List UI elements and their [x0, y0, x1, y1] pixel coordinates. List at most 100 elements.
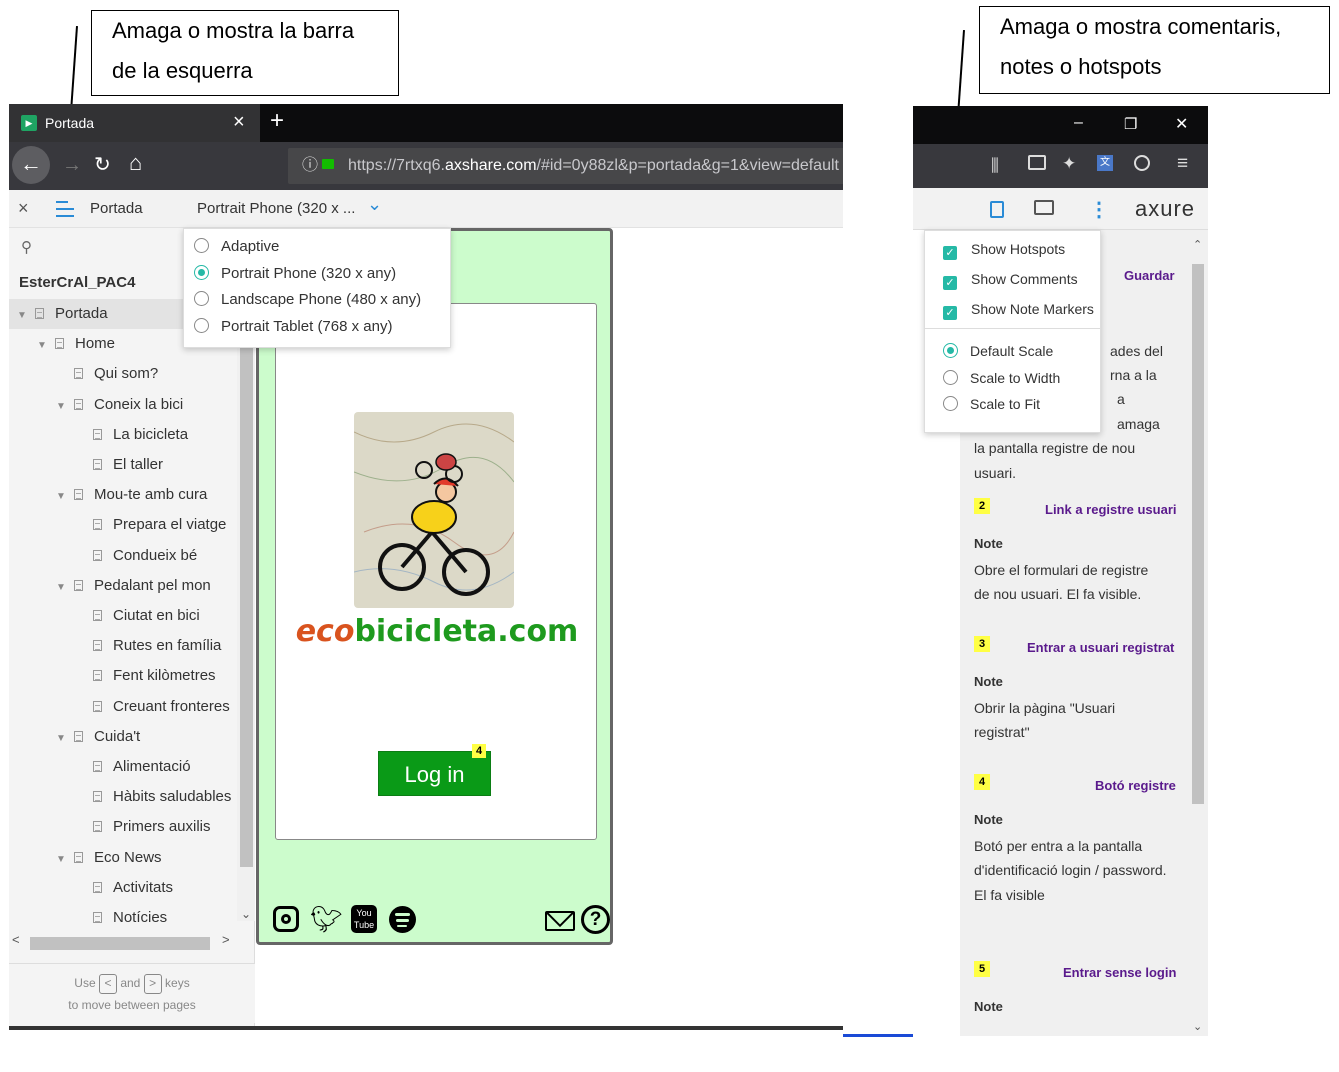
view-option-adaptive[interactable]: Adaptive	[194, 234, 279, 260]
sidebar-item-fent-kil-metres[interactable]: Fent kilòmetres	[93, 661, 216, 691]
scale-width-option[interactable]: Scale to Width	[943, 370, 1060, 386]
sidebar-item-pedalant-pel-mon[interactable]: ▼ Pedalant pel mon	[56, 571, 211, 601]
twitter-icon[interactable]: 🐦︎	[310, 902, 343, 936]
youtube-icon[interactable]: You Tube	[351, 905, 377, 933]
scroll-left-icon[interactable]: <	[12, 932, 20, 947]
sidebar-item-activitats[interactable]: Activitats	[93, 873, 173, 903]
show-note-markers-toggle[interactable]: ✓ Show Note Markers	[943, 301, 1094, 320]
restore-button[interactable]: ❐	[1124, 115, 1137, 133]
scroll-down-icon[interactable]: ⌄	[1193, 1020, 1202, 1033]
show-hotspots-toggle[interactable]: ✓ Show Hotspots	[943, 241, 1065, 260]
page-icon	[74, 489, 83, 501]
menu-icon[interactable]: ≡	[1177, 153, 1188, 175]
forward-button[interactable]: →	[62, 154, 82, 177]
sidebar-toggle-icon[interactable]	[56, 201, 74, 217]
sidebar-item-ciutat-en-bici[interactable]: Ciutat en bici	[93, 601, 200, 631]
radio-icon	[943, 396, 958, 411]
tab-portada[interactable]: ▶ Portada ×	[9, 104, 260, 142]
account-icon[interactable]	[1134, 155, 1150, 171]
note2-text: de nou usuari. El fa visible.	[974, 586, 1142, 602]
notes-icon[interactable]	[990, 201, 1004, 218]
sidebar-item-label: Qui som?	[94, 365, 159, 383]
note5-heading[interactable]: Entrar sense login	[1063, 965, 1176, 980]
sidebar-item-eco-news[interactable]: ▼ Eco News	[56, 843, 162, 873]
sidebar-item-home[interactable]: ▼ Home	[37, 329, 115, 359]
sidebar-item-qui-som[interactable]: Qui som?	[74, 359, 158, 389]
sidebar-icon[interactable]	[1028, 155, 1046, 170]
sidebar-item-creuant-fronteres[interactable]: Creuant fronteres	[93, 692, 230, 722]
translate-icon[interactable]: 文	[1097, 155, 1113, 171]
sidebar-item-alimentaci[interactable]: Alimentació	[93, 752, 191, 782]
scroll-right-icon[interactable]: >	[222, 932, 230, 947]
chevron-down-icon[interactable]: ⌄	[367, 194, 382, 215]
scroll-down-icon[interactable]: ⌄	[241, 907, 251, 921]
view-option-portrait-phone[interactable]: Portrait Phone (320 x any)	[194, 261, 396, 287]
lock-icon	[322, 159, 334, 169]
back-button[interactable]: ←	[12, 146, 50, 184]
show-comments-toggle[interactable]: ✓ Show Comments	[943, 271, 1078, 290]
sidebar-item-la-bicicleta[interactable]: La bicicleta	[93, 420, 188, 450]
page-icon	[74, 730, 83, 742]
view-option-portrait-tablet[interactable]: Portrait Tablet (768 x any)	[194, 314, 392, 340]
view-option-landscape-phone[interactable]: Landscape Phone (480 x any)	[194, 287, 421, 313]
sidebar-scroll-thumb[interactable]	[240, 299, 253, 867]
scroll-up-icon[interactable]: ⌃	[1193, 238, 1202, 251]
note4-heading[interactable]: Botó registre	[1095, 778, 1176, 793]
radio-icon	[194, 291, 209, 306]
expand-arrow-icon[interactable]: ▼	[56, 724, 74, 754]
close-sidebar-icon[interactable]: ×	[18, 198, 29, 219]
sidebar-item-coneix-la-bici[interactable]: ▼ Coneix la bici	[56, 390, 183, 420]
sidebar-item-mou-te-amb-cura[interactable]: ▼ Mou-te amb cura	[56, 480, 207, 510]
right-callout: Amaga o mostra comentaris, notes o hotsp…	[979, 6, 1330, 94]
scale-fit-option[interactable]: Scale to Fit	[943, 396, 1040, 412]
sidebar-item-h-bits-saludables[interactable]: Hàbits saludables	[93, 782, 231, 812]
reload-icon[interactable]: ↻	[94, 152, 111, 177]
note3-text: registrat"	[974, 724, 1030, 740]
view-select[interactable]: Portrait Phone (320 x ...	[197, 200, 355, 217]
help-icon[interactable]: ?	[581, 905, 610, 934]
note1-text: usuari.	[974, 465, 1017, 481]
minimize-button[interactable]: –	[1074, 114, 1083, 132]
expand-arrow-icon[interactable]: ▼	[37, 331, 55, 361]
expand-arrow-icon[interactable]: ▼	[56, 482, 74, 512]
note2-heading[interactable]: Link a registre usuari	[1045, 502, 1177, 517]
mail-icon[interactable]	[545, 911, 575, 931]
sidebar-item-el-taller[interactable]: El taller	[93, 450, 163, 480]
window-close-button[interactable]: ✕	[1175, 114, 1188, 134]
scale-default-option[interactable]: Default Scale	[943, 343, 1053, 359]
home-icon[interactable]: ⌂	[129, 150, 142, 176]
sidebar-item-label: Primers auxilis	[113, 818, 211, 836]
expand-arrow-icon[interactable]: ▼	[56, 573, 74, 603]
library-icon[interactable]: ⫼	[991, 156, 999, 176]
spotify-icon[interactable]	[389, 906, 416, 933]
notes-scrollbar[interactable]: ⌃ ⌄	[1190, 238, 1206, 1036]
tab-close-icon[interactable]: ×	[233, 111, 245, 134]
url-field[interactable]: ⓘ https://7rtxq6.axshare.com/#id=0y88zl&…	[288, 148, 843, 184]
sidebar-item-prepara-el-viatge[interactable]: Prepara el viatge	[93, 510, 226, 540]
notes-scroll-thumb[interactable]	[1192, 264, 1204, 804]
search-icon[interactable]: ⚲	[21, 238, 32, 256]
sidebar-item-portada[interactable]: ▼ Portada	[17, 299, 108, 329]
sidebar-item-condueix-b[interactable]: Condueix bé	[93, 541, 197, 571]
note3-heading[interactable]: Entrar a usuari registrat	[1027, 640, 1174, 655]
horizontal-scrollbar[interactable]: < >	[9, 932, 239, 950]
extension-icon[interactable]: ✦	[1062, 154, 1076, 174]
hint-use: Use	[74, 976, 96, 990]
sidebar-item-primers-auxilis[interactable]: Primers auxilis	[93, 812, 211, 842]
info-icon[interactable]: ⓘ	[302, 148, 318, 184]
horizontal-scroll-thumb[interactable]	[30, 937, 210, 950]
title-bar: – ❐ ✕	[913, 106, 1208, 144]
new-tab-button[interactable]: +	[270, 107, 284, 135]
sidebar-item-cuida-t[interactable]: ▼ Cuida't	[56, 722, 140, 752]
comments-icon[interactable]	[1034, 200, 1054, 215]
sidebar-item-not-cies[interactable]: Notícies	[93, 903, 167, 933]
instagram-icon[interactable]	[273, 906, 299, 932]
sidebar-scrollbar[interactable]: ⌄	[237, 299, 255, 921]
radio-icon	[194, 238, 209, 253]
sidebar-item-label: Mou-te amb cura	[94, 486, 208, 504]
expand-arrow-icon[interactable]: ▼	[56, 845, 74, 875]
sidebar-item-rutes-en-fam-lia[interactable]: Rutes en família	[93, 631, 221, 661]
expand-arrow-icon[interactable]: ▼	[56, 392, 74, 422]
more-options-icon[interactable]: ⋮	[1089, 197, 1109, 222]
expand-arrow-icon[interactable]: ▼	[17, 301, 35, 331]
